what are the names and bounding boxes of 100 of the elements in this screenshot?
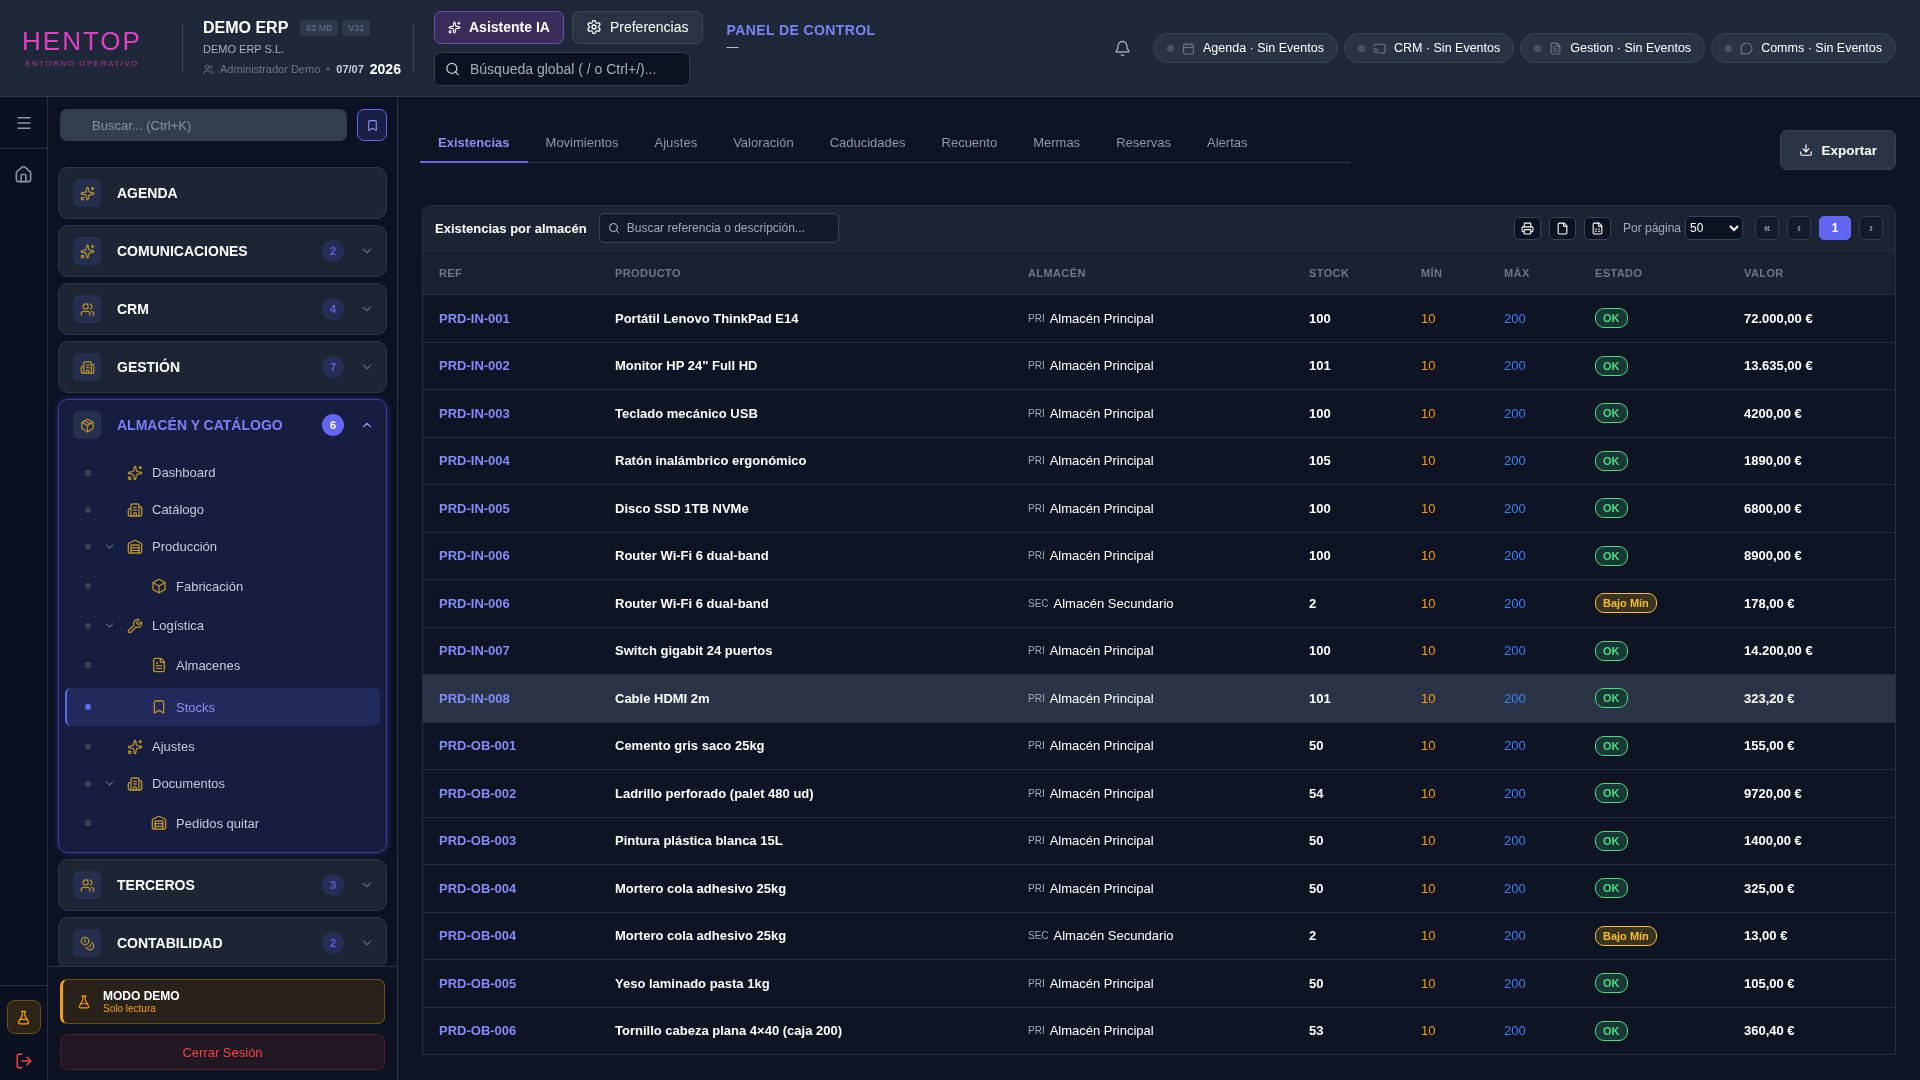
table-cell: Almacén Secundario xyxy=(1053,595,1174,611)
ref-link[interactable]: PRD-OB-004 xyxy=(439,928,615,944)
excel-export-button[interactable] xyxy=(1583,216,1611,240)
event-chip[interactable]: CRM · Sin Eventos xyxy=(1343,33,1515,63)
table-cell-text: 100 xyxy=(1309,500,1332,516)
table-row[interactable]: PRD-OB-001 Cemento gris saco 25kg PRI Almacén Principal 50 10 200 OK 155,00 € xyxy=(423,721,1895,769)
nav-item[interactable]: Almacenes xyxy=(65,646,380,684)
sidebar-search-field[interactable]: Buscar... (Ctrl+K) xyxy=(60,109,347,141)
export-button[interactable]: Exportar xyxy=(1780,130,1896,170)
nav-group-header[interactable]: CRM 4 xyxy=(59,284,386,334)
ref-link[interactable]: PRD-IN-007 xyxy=(439,643,615,659)
ref-link[interactable]: PRD-OB-003 xyxy=(439,833,615,849)
event-chip[interactable]: Gestion · Sin Eventos xyxy=(1520,33,1706,63)
print-button[interactable] xyxy=(1513,216,1541,240)
table-row[interactable]: PRD-OB-003 Pintura plástica blanca 15L PRI Almacén Principal 50 10 200 OK 1400,00 € xyxy=(423,816,1895,864)
pin-button[interactable] xyxy=(357,109,387,141)
preferences-button[interactable]: Preferencias xyxy=(571,10,703,44)
nav-group-header[interactable]: AGENDA xyxy=(59,168,386,218)
table-row[interactable]: PRD-IN-002 Monitor HP 24" Full HD PRI Almacén Principal 101 10 200 OK 13.635,00 € xyxy=(423,341,1895,389)
table-cell: Almacén Principal xyxy=(1049,738,1154,754)
table-cell: Almacén Principal xyxy=(1049,690,1154,706)
tab[interactable]: Alertas xyxy=(1189,125,1266,163)
ref-link[interactable]: PRD-OB-001 xyxy=(439,738,615,754)
tab[interactable]: Caducidades xyxy=(811,125,924,163)
logout-button[interactable]: Cerrar Sesión xyxy=(60,1034,385,1070)
ref-link[interactable]: PRD-OB-005 xyxy=(439,975,615,991)
nav-item[interactable]: Fabricación xyxy=(65,567,380,605)
ref-link[interactable]: PRD-OB-002 xyxy=(439,785,615,801)
nav-group-header[interactable]: TERCEROS 3 xyxy=(59,860,386,910)
column-header: PRODUCTO xyxy=(615,266,682,279)
tab[interactable]: Ajustes xyxy=(636,125,716,163)
nav-item[interactable]: Logística xyxy=(65,609,380,642)
tab[interactable]: Recuento xyxy=(923,125,1016,163)
ref-link[interactable]: PRD-IN-001 xyxy=(439,310,615,326)
table-row[interactable]: PRD-IN-006 Router Wi-Fi 6 dual-band SEC Almacén Secundario 2 10 200 Bajo Mín 178,00 € xyxy=(423,579,1895,627)
ref-link[interactable]: PRD-IN-005 xyxy=(439,500,615,516)
demo-mode-button[interactable] xyxy=(6,1000,41,1034)
nav-item[interactable]: Documentos xyxy=(65,767,380,800)
table-cell-text: Mortero cola adhesivo 25kg xyxy=(615,928,788,944)
table-row[interactable]: PRD-OB-004 Mortero cola adhesivo 25kg PRI Almacén Principal 50 10 200 OK 325,00 € xyxy=(423,864,1895,912)
tab[interactable]: Reservas xyxy=(1098,125,1190,163)
page-button[interactable]: › xyxy=(1859,216,1883,240)
home-icon[interactable] xyxy=(14,165,33,184)
ref-link[interactable]: PRD-IN-006 xyxy=(439,548,615,564)
status-label: OK xyxy=(1595,498,1628,519)
table-row[interactable]: PRD-IN-004 Ratón inalámbrico ergonómico PRI Almacén Principal 105 10 200 OK 1890,00 € xyxy=(423,436,1895,484)
nav-item[interactable]: Ajustes xyxy=(65,730,380,763)
ref-link[interactable]: PRD-OB-004 xyxy=(439,880,615,896)
csv-export-button[interactable] xyxy=(1548,216,1576,240)
table-row[interactable]: PRD-IN-001 Portátil Lenovo ThinkPad E14 PRI Almacén Principal 100 10 200 OK 72.000,00 € xyxy=(423,294,1895,342)
tab[interactable]: Mermas xyxy=(1015,125,1099,163)
event-chip[interactable]: Agenda · Sin Eventos xyxy=(1153,33,1338,63)
table-cell: Almacén Principal xyxy=(1049,358,1154,374)
bullet-dot xyxy=(85,469,91,476)
table-row[interactable]: PRD-IN-006 Router Wi-Fi 6 dual-band PRI Almacén Principal 100 10 200 OK 8900,00 € xyxy=(423,531,1895,579)
tab[interactable]: Existencias xyxy=(420,125,528,163)
tab[interactable]: Valoración xyxy=(715,125,812,163)
nav-group-header[interactable]: ALMACÉN Y CATÁLOGO 6 xyxy=(59,400,386,450)
notification-bell-icon[interactable] xyxy=(1114,39,1131,57)
ref-link[interactable]: PRD-IN-006 xyxy=(439,595,615,611)
ref-link[interactable]: PRD-IN-002 xyxy=(439,358,615,374)
table-row[interactable]: PRD-OB-005 Yeso laminado pasta 1kg PRI Almacén Principal 50 10 200 OK 105,00 € xyxy=(423,959,1895,1007)
nav-group-header[interactable]: CONTABILIDAD 2 xyxy=(59,918,386,966)
table-row[interactable]: PRD-OB-006 Tornillo cabeza plana 4×40 (caja 200) PRI Almacén Principal 53 10 200 OK 360,40 € xyxy=(423,1006,1895,1054)
table-row[interactable]: PRD-IN-003 Teclado mecánico USB PRI Almacén Principal 100 10 200 OK 4200,00 € xyxy=(423,389,1895,437)
nav-item[interactable]: Dashboard xyxy=(65,456,380,489)
table-row[interactable]: PRD-IN-005 Disco SSD 1TB NVMe PRI Almacén Principal 100 10 200 OK 6800,00 € xyxy=(423,484,1895,532)
file-icon xyxy=(1555,221,1569,235)
warehouse-code: PRI xyxy=(1028,835,1045,847)
table-row[interactable]: PRD-OB-002 Ladrillo perforado (palet 480 ud) PRI Almacén Principal 54 10 200 OK 9720,00 € xyxy=(423,769,1895,817)
ref-link[interactable]: PRD-IN-008 xyxy=(439,690,615,706)
nav-group-header[interactable]: COMUNICACIONES 2 xyxy=(59,226,386,276)
table-cell: Almacén Principal xyxy=(1049,405,1154,421)
page-button[interactable]: « xyxy=(1755,216,1779,240)
per-page-select[interactable]: 50 xyxy=(1685,216,1743,240)
ref-link[interactable]: PRD-IN-004 xyxy=(439,453,615,469)
nav-group-header[interactable]: GESTIÓN 7 xyxy=(59,342,386,392)
table-cell-text: 100 xyxy=(1309,548,1332,564)
ref-link[interactable]: PRD-OB-006 xyxy=(439,1023,615,1039)
page-button[interactable]: ‹ xyxy=(1787,216,1811,240)
logout-icon[interactable] xyxy=(14,1052,33,1070)
column-header: REF xyxy=(439,266,464,279)
status-label: OK xyxy=(1595,878,1628,899)
assistant-button[interactable]: Asistente IA xyxy=(434,10,564,44)
nav-item[interactable]: Catálogo xyxy=(65,493,380,526)
table-cell-text: 10 xyxy=(1421,690,1437,706)
table-cell-text: 50 xyxy=(1309,975,1325,991)
nav-item[interactable]: Pedidos quitar xyxy=(65,804,380,842)
table-row[interactable]: PRD-OB-004 Mortero cola adhesivo 25kg SEC Almacén Secundario 2 10 200 Bajo Mín 13,00 € xyxy=(423,911,1895,959)
global-search-field[interactable]: Búsqueda global ( / o Ctrl+/)... xyxy=(434,51,690,86)
page-button[interactable]: 1 xyxy=(1819,216,1851,240)
nav-item[interactable]: Stocks xyxy=(65,688,380,726)
table-cell: Almacén Principal xyxy=(1049,833,1154,849)
table-row[interactable]: PRD-IN-008 Cable HDMI 2m PRI Almacén Principal 101 10 200 OK 323,20 € xyxy=(423,674,1895,722)
table-cell-text: 200 xyxy=(1504,1023,1527,1039)
ref-link[interactable]: PRD-IN-003 xyxy=(439,405,615,421)
event-chip[interactable]: Comms · Sin Eventos xyxy=(1711,33,1896,63)
nav-item[interactable]: Producción xyxy=(65,530,380,563)
table-search-field[interactable]: Buscar referencia o descripción... xyxy=(598,213,839,243)
tab[interactable]: Movimientos xyxy=(527,125,637,163)
